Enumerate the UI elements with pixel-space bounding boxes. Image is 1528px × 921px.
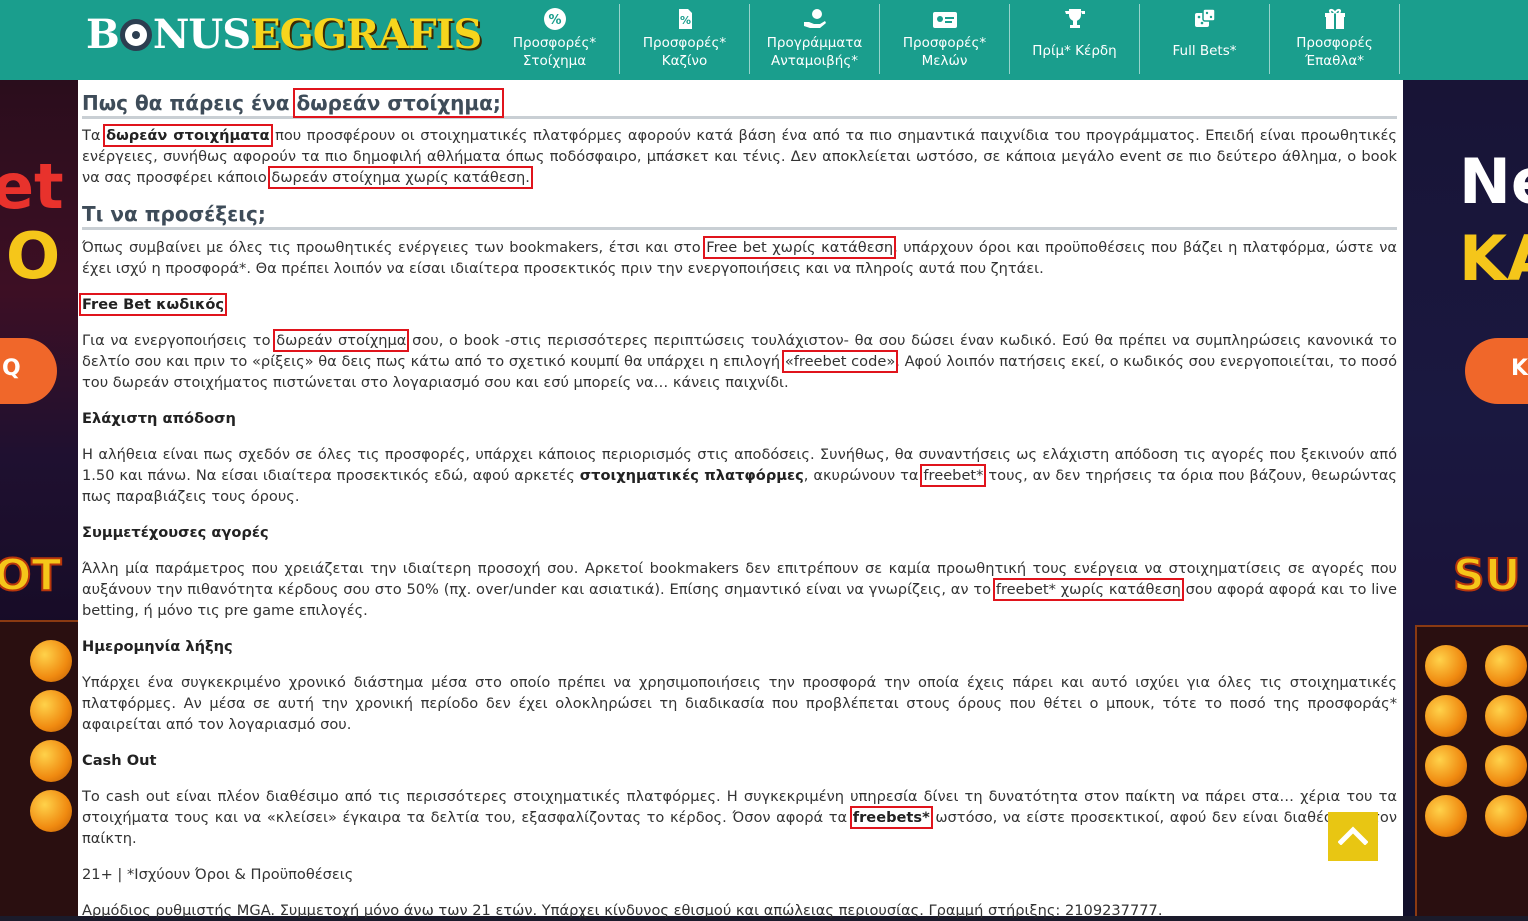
nav-label: Full Bets* [1172,43,1237,59]
section-heading: Τι να προσέξεις; [82,201,1397,230]
nav-item-casino-offers[interactable]: % Προσφορές* Καζίνο [620,4,750,74]
section-what-to-watch: Τι να προσέξεις; Όπως συμβαίνει με όλες … [82,201,1397,279]
banner-text: SU [1452,549,1521,602]
scroll-to-top-button[interactable] [1328,812,1378,861]
free-bet-no-deposit-link[interactable]: Free bet χωρίς κατάθεση [703,236,897,259]
regulator-notice: Αρμόδιος ρυθμιστής MGA. Συμμετοχή μόνο ά… [82,902,1163,919]
nav-label: Προσφορές* Στοίχημα [512,35,597,69]
banner-text: Ne [1459,145,1528,218]
freebet-code-highlight: «freebet code» [781,350,899,373]
subsection-heading: Cash Out [82,752,157,769]
banner-cta-button[interactable]: Q [0,338,57,404]
section-expiry: Ημερομηνία λήξης Υπάρχει ένα συγκεκριμέν… [82,636,1397,735]
orange-symbol [30,690,72,732]
paragraph: Υπάρχει ένα συγκεκριμένο χρονικό διάστημ… [82,674,1397,733]
target-icon [119,19,152,51]
site-header: B NUSEGGRAFIS % Προσφορές* Στοίχημα % Προ… [0,0,1528,80]
banner-text: OT [0,549,62,602]
reward-hand-icon [802,6,828,32]
text: Όπως συμβαίνει με όλες τις προωθητικές ε… [82,239,707,256]
casino-chip-icon: % [672,6,698,32]
banner-cta-button[interactable]: K [1465,338,1528,404]
section-cash-out: Cash Out Το cash out είναι πλέον διαθέσι… [82,750,1397,849]
svg-text:%: % [679,14,690,27]
logo-text-nus: NUS [152,11,251,58]
heading-highlight: Free Bet κωδικός [79,293,227,316]
site-logo[interactable]: B NUSEGGRAFIS [86,10,482,60]
nav-label: Προσφορές* Μελών [902,35,987,69]
banner-cta-label: K [1511,356,1528,381]
chevron-up-icon [1337,825,1369,849]
member-card-icon [932,6,958,32]
nav-item-loyalty-programs[interactable]: Προγράμματα Ανταμοιβής* [750,4,880,74]
nav-item-member-offers[interactable]: Προσφορές* Μελών [880,4,1010,74]
right-ad-banner[interactable]: Ne KA K SU [1403,80,1528,916]
orange-symbol [1485,645,1527,687]
freebets-highlight[interactable]: freebets* [849,806,933,829]
paragraph: Το cash out είναι πλέον διαθέσιμο από τι… [82,786,1397,849]
dice-icon [1192,6,1218,32]
freebet-no-deposit-highlight[interactable]: freebet* χωρίς κατάθεση [992,578,1184,601]
orange-symbol [1425,745,1467,787]
orange-symbol [30,790,72,832]
terms-disclaimer: 21+ | *Ισχύουν Όροι & Προϋποθέσεις [82,866,354,883]
nav-item-prime-winnings[interactable]: Πρίμ* Κέρδη [1010,4,1140,74]
main-nav: % Προσφορές* Στοίχημα % Προσφορές* Καζίν… [490,0,1400,80]
orange-symbol [30,740,72,782]
heading-highlight: δωρεάν στοίχημα; [293,88,504,118]
banner-text: et [0,150,64,223]
nav-label: Πρίμ* Κέρδη [1032,43,1117,59]
subsection-heading: Ημερομηνία λήξης [82,638,233,655]
section-how-to-get: Πως θα πάρεις ένα δωρεάν στοίχημα; Τα δω… [82,88,1397,189]
orange-symbol [1425,695,1467,737]
nav-item-sports-offers[interactable]: % Προσφορές* Στοίχημα [490,4,620,74]
nav-label: Προσφορές* Καζίνο [642,35,727,69]
banner-cta-label: Q [2,356,21,381]
logo-text-eggrafis: EGGRAFIS [250,11,482,58]
orange-symbol [1485,695,1527,737]
free-bets-link[interactable]: δωρεάν στοιχήματα [103,124,273,147]
subsection-heading: Free Bet κωδικός [79,293,1397,316]
subsection-heading: Ελάχιστη απόδοση [82,410,236,427]
freebet-highlight: freebet* [920,464,987,487]
section-min-odds: Ελάχιστη απόδοση Η αλήθεια είναι πως σχε… [82,408,1397,507]
paragraph: Άλλη μία παράμετρος που χρειάζεται την ι… [82,558,1397,621]
banner-text: KA [1459,222,1528,295]
orange-symbol [1485,745,1527,787]
orange-symbol [1425,645,1467,687]
subsection-heading: Συμμετέχουσες αγορές [82,524,269,541]
section-free-bet-code: Free Bet κωδικός Για να ενεργοποιήσεις τ… [79,293,1397,393]
paragraph: Για να ενεργοποιήσεις το δωρεάν στοίχημα… [82,329,1397,393]
orange-symbol [1425,795,1467,837]
logo-text-b: B [86,11,120,58]
heading-text: Πως θα πάρεις ένα [82,91,297,115]
orange-symbol [30,640,72,682]
nav-item-full-bets[interactable]: Full Bets* [1140,4,1270,74]
svg-text:%: % [548,13,561,28]
left-ad-banner[interactable]: et IO Q OT [0,80,78,916]
text: Για να ενεργοποιήσεις το [82,332,277,349]
orange-symbol [1485,795,1527,837]
no-deposit-bet-link[interactable]: δωρεάν στοίχημα χωρίς κατάθεση. [268,166,533,189]
article-content: Πως θα πάρεις ένα δωρεάν στοίχημα; Τα δω… [78,80,1403,919]
betting-platforms-link[interactable]: στοιχηματικές πλατφόρμες [580,467,804,484]
section-markets: Συμμετέχουσες αγορές Άλλη μία παράμετρος… [82,522,1397,621]
gift-icon [1322,6,1348,32]
nav-label: Προγράμματα Ανταμοιβής* [766,35,863,69]
section-heading: Πως θα πάρεις ένα δωρεάν στοίχημα; [82,88,1397,119]
percent-badge-icon: % [542,6,568,32]
text: Τα [82,127,107,144]
banner-text: IO [0,220,61,294]
free-bet-link[interactable]: δωρεάν στοίχημα [273,329,410,352]
text: , ακυρώνουν τα [803,467,924,484]
paragraph: Όπως συμβαίνει με όλες τις προωθητικές ε… [82,236,1397,279]
trophy-icon [1062,6,1088,32]
paragraph: Η αλήθεια είναι πως σχεδόν σε όλες τις π… [82,444,1397,507]
nav-label: Προσφορές Έπαθλα* [1296,35,1373,69]
paragraph: Τα δωρεάν στοιχήματα που προσφέρουν οι σ… [82,124,1397,189]
nav-item-prizes[interactable]: Προσφορές Έπαθλα* [1270,4,1400,74]
